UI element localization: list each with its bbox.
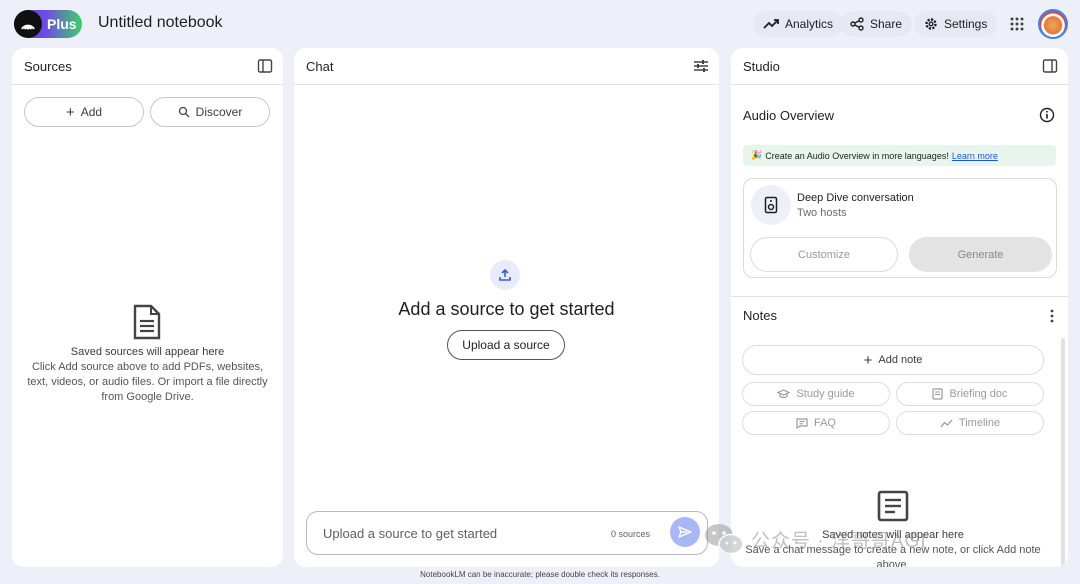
info-icon[interactable] (1039, 107, 1055, 123)
analytics-label: Analytics (785, 17, 834, 31)
gear-icon (925, 18, 937, 30)
sources-title: Sources (24, 58, 72, 74)
chat-title: Chat (306, 58, 334, 74)
collapse-panel-icon[interactable] (1042, 58, 1058, 74)
discover-label: Discover (195, 105, 243, 119)
chat-input[interactable]: Upload a source to get started 0 sources (306, 511, 708, 555)
document-icon (133, 304, 161, 340)
upload-source-button[interactable]: Upload a source (447, 330, 565, 360)
notebook-title[interactable]: Untitled notebook (98, 14, 223, 32)
speaker-icon (764, 196, 778, 214)
trending-up-icon (763, 19, 779, 29)
chat-panel: Chat Add a source to get started Upload … (294, 48, 719, 567)
timeline-icon (940, 419, 953, 427)
customize-button[interactable]: Customize (750, 237, 898, 272)
plus-icon: + (863, 351, 873, 369)
faq-label: FAQ (813, 417, 836, 429)
footer-disclaimer: NotebookLM can be inaccurate; please dou… (420, 570, 660, 579)
wechat-logo-icon (705, 524, 744, 555)
faq-button[interactable]: FAQ (742, 411, 890, 435)
deep-dive-title: Deep Dive conversation (797, 192, 914, 204)
faq-chat-icon (796, 417, 808, 429)
wechat-watermark: 公众号 · 洋哥哥AGI (703, 519, 1063, 559)
chat-header: Chat (294, 48, 719, 85)
timeline-button[interactable]: Timeline (896, 411, 1044, 435)
tune-settings-icon[interactable] (693, 58, 709, 74)
speaker-icon-container (751, 185, 791, 225)
sources-empty-line1: Click Add source above to add PDFs, webs… (31, 361, 264, 373)
notebooklm-logo[interactable]: Plus (14, 10, 82, 38)
apps-grid-icon[interactable] (1009, 16, 1025, 32)
generate-button[interactable]: Generate (909, 237, 1052, 272)
discover-button[interactable]: Discover (150, 97, 270, 127)
party-popper-icon: 🎉 (751, 150, 763, 160)
settings-label: Settings (944, 17, 988, 31)
studio-panel: Studio Audio Overview 🎉 Create an Audio … (731, 48, 1068, 567)
upload-source-label: Upload a source (462, 338, 550, 352)
study-guide-button[interactable]: Study guide (742, 382, 890, 406)
deep-dive-card: Deep Dive conversation Two hosts Customi… (743, 178, 1057, 278)
more-vert-icon[interactable] (1049, 308, 1055, 324)
top-bar: Plus Untitled notebook Analytics Share S… (0, 0, 1080, 48)
sources-empty-line2: text, videos, or audio files. Or import … (27, 376, 268, 388)
notes-title: Notes (743, 308, 777, 323)
sources-empty-line3: from Google Drive. (101, 391, 194, 403)
learn-more-link[interactable]: Learn more (952, 151, 998, 161)
share-label: Share (870, 17, 903, 31)
school-cap-icon (777, 389, 791, 399)
upload-circle (490, 260, 520, 290)
deep-dive-subtitle: Two hosts (797, 207, 847, 219)
studio-header: Studio (731, 48, 1068, 85)
plan-badge: Plus (47, 16, 77, 32)
briefing-doc-label: Briefing doc (949, 388, 1008, 400)
watermark-text: 公众号 · 洋哥哥AGI (751, 530, 927, 552)
send-button[interactable] (670, 517, 700, 547)
source-count: 0 sources (611, 529, 651, 539)
audio-language-banner: 🎉 Create an Audio Overview in more langu… (743, 145, 1056, 166)
notes-empty-line2: above. (876, 559, 910, 567)
sources-header: Sources (12, 48, 283, 85)
plus-icon: + (65, 103, 75, 121)
add-source-button[interactable]: + Add (24, 97, 144, 127)
upload-icon (499, 268, 511, 281)
analytics-button[interactable]: Analytics (753, 11, 844, 37)
banner-text: Create an Audio Overview in more languag… (765, 150, 949, 161)
chat-empty-heading: Add a source to get started (398, 299, 615, 319)
sources-empty-title: Saved sources will appear here (70, 346, 225, 358)
studio-title: Studio (743, 58, 780, 74)
briefing-doc-icon (932, 388, 944, 400)
discover-search-icon (178, 106, 190, 118)
share-icon (850, 17, 864, 31)
share-button[interactable]: Share (840, 11, 913, 37)
add-source-label: Add (80, 105, 103, 119)
chat-input-placeholder: Upload a source to get started (323, 526, 498, 541)
add-note-label: Add note (878, 354, 923, 366)
timeline-label: Timeline (958, 417, 1001, 429)
add-note-button[interactable]: + Add note (742, 345, 1044, 375)
note-document-icon (877, 490, 909, 522)
study-guide-label: Study guide (796, 388, 855, 400)
audio-overview-title: Audio Overview (743, 108, 835, 123)
user-avatar[interactable] (1038, 9, 1068, 39)
send-icon (678, 526, 692, 538)
studio-divider (731, 296, 1068, 297)
sources-panel: Sources + Add Discover Saved sources wil… (12, 48, 283, 567)
collapse-panel-icon[interactable] (257, 58, 273, 74)
briefing-doc-button[interactable]: Briefing doc (896, 382, 1044, 406)
notebooklm-logo-icon (14, 10, 42, 38)
settings-button[interactable]: Settings (914, 11, 998, 37)
